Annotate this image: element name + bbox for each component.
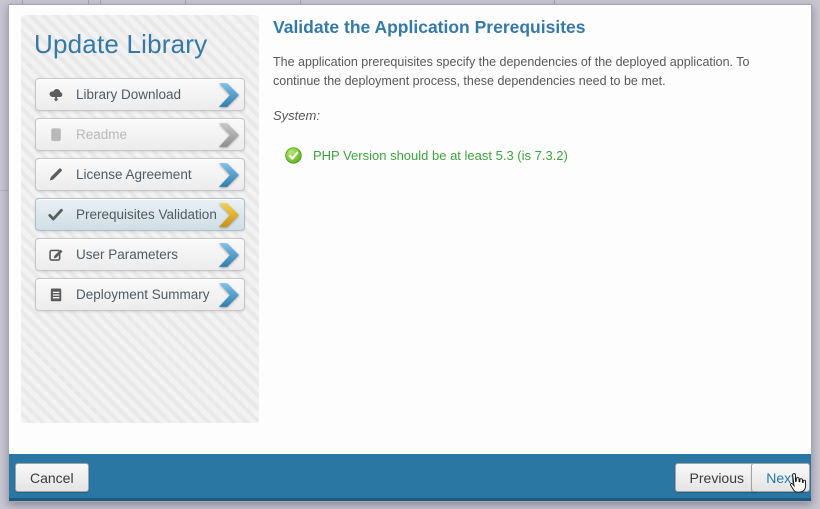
sidebar-item-label: User Parameters bbox=[76, 247, 219, 262]
next-button[interactable]: Next bbox=[751, 463, 810, 492]
document-icon bbox=[47, 126, 64, 143]
step-chevron-icon bbox=[219, 243, 239, 267]
prerequisite-check-text: PHP Version should be at least 5.3 (is 7… bbox=[313, 148, 568, 163]
system-section-label: System: bbox=[273, 108, 797, 123]
step-chevron-icon bbox=[219, 203, 239, 227]
wizard-content-panel: Validate the Application Prerequisites T… bbox=[273, 17, 797, 164]
background-edge-tick bbox=[0, 190, 8, 191]
update-library-dialog: Update Library Library Download bbox=[8, 4, 812, 502]
sidebar-item-label: Deployment Summary bbox=[76, 287, 219, 302]
edit-icon bbox=[47, 246, 64, 263]
page-background: Update Library Library Download bbox=[0, 0, 820, 509]
sidebar-item-deployment-summary[interactable]: Deployment Summary bbox=[35, 278, 245, 311]
sidebar-item-readme: Readme bbox=[35, 118, 245, 151]
sidebar-item-user-parameters[interactable]: User Parameters bbox=[35, 238, 245, 271]
sidebar-item-label: Library Download bbox=[76, 87, 219, 102]
pen-icon bbox=[47, 166, 64, 183]
description-text: The application prerequisites specify th… bbox=[273, 53, 773, 91]
prerequisite-check-row: PHP Version should be at least 5.3 (is 7… bbox=[285, 147, 797, 164]
step-chevron-icon bbox=[219, 83, 239, 107]
previous-button[interactable]: Previous bbox=[675, 463, 759, 492]
sidebar-item-label: Prerequisites Validation bbox=[76, 207, 219, 222]
content-heading: Validate the Application Prerequisites bbox=[273, 17, 797, 38]
sidebar-item-label: Readme bbox=[76, 127, 219, 142]
step-chevron-icon bbox=[219, 283, 239, 307]
footer-bar: Cancel Previous Next bbox=[9, 454, 811, 501]
wizard-title: Update Library bbox=[34, 29, 259, 60]
cancel-button[interactable]: Cancel bbox=[15, 463, 89, 492]
check-circle-icon bbox=[285, 147, 302, 164]
step-chevron-icon bbox=[219, 123, 239, 147]
step-chevron-icon bbox=[219, 163, 239, 187]
sidebar-item-label: License Agreement bbox=[76, 167, 219, 182]
wizard-sidebar: Update Library Library Download bbox=[21, 15, 259, 423]
sidebar-item-license-agreement[interactable]: License Agreement bbox=[35, 158, 245, 191]
sidebar-item-prerequisites-validation[interactable]: Prerequisites Validation bbox=[35, 198, 245, 231]
cloud-download-icon bbox=[47, 86, 64, 103]
list-icon bbox=[47, 286, 64, 303]
checkmark-icon bbox=[47, 206, 64, 223]
sidebar-item-library-download[interactable]: Library Download bbox=[35, 78, 245, 111]
